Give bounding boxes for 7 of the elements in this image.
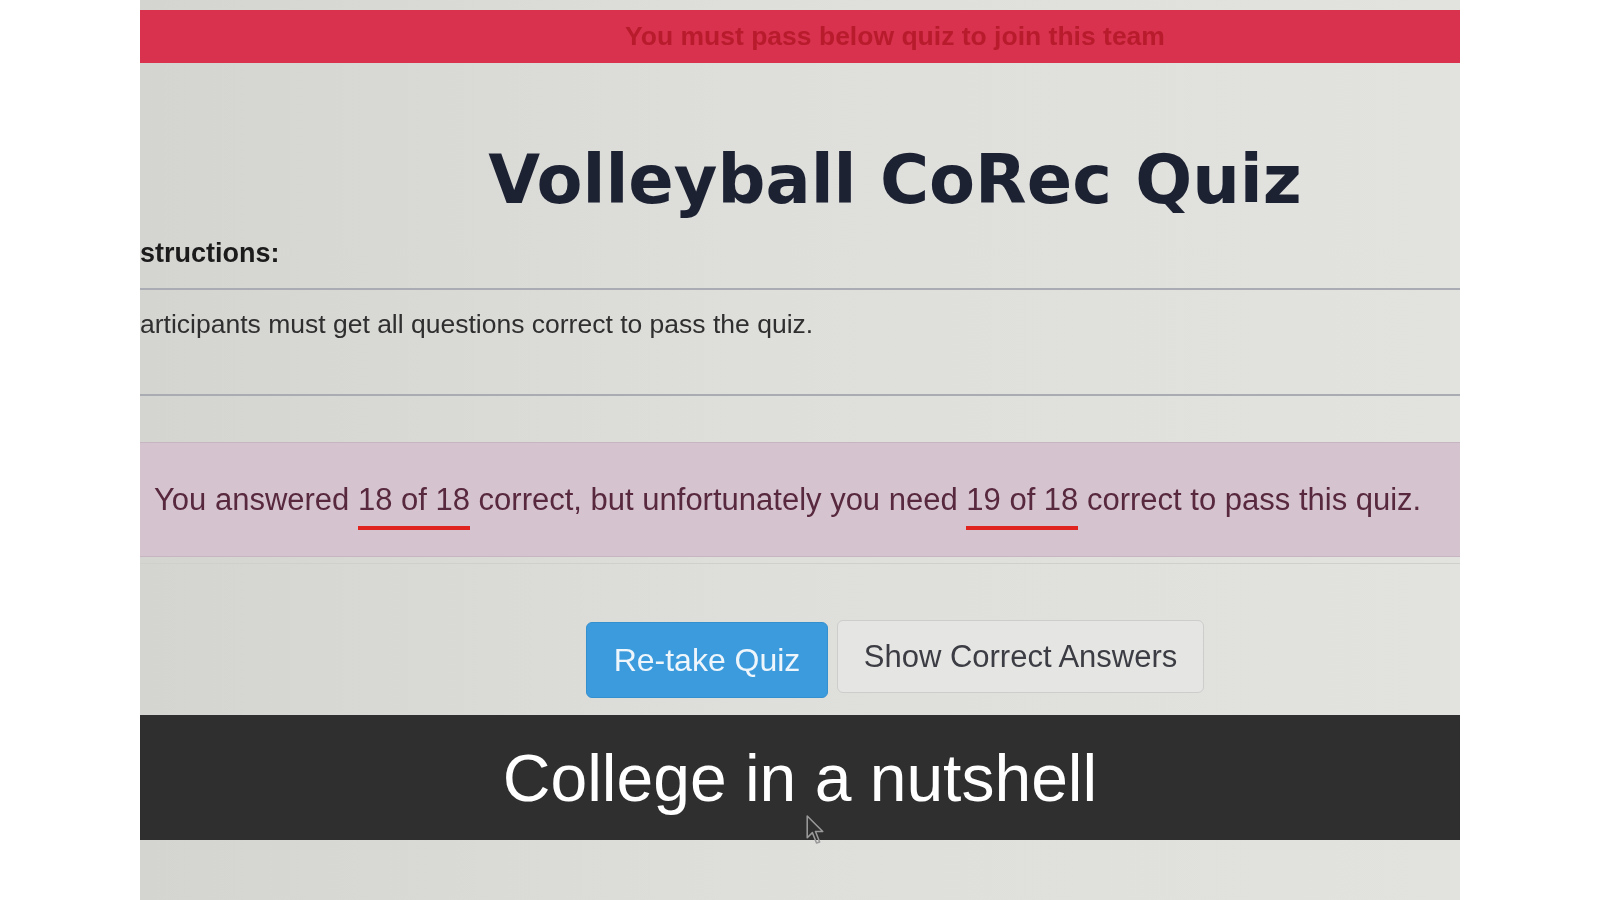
result-message: You answered 18 of 18 correct, but unfortunately you need 19 of 18 correct to pass this quiz. xyxy=(154,469,1422,530)
caption-text: College in a nutshell xyxy=(502,739,1098,816)
instructions-text: articipants must get all questions correct to pass the quiz. xyxy=(140,308,814,340)
quiz-title: Volleyball CoRec Quiz xyxy=(488,141,1302,219)
cursor-icon xyxy=(806,815,825,844)
instructions-label: structions: xyxy=(140,238,280,268)
answers-button[interactable]: Show Correct Answers xyxy=(837,620,1204,693)
